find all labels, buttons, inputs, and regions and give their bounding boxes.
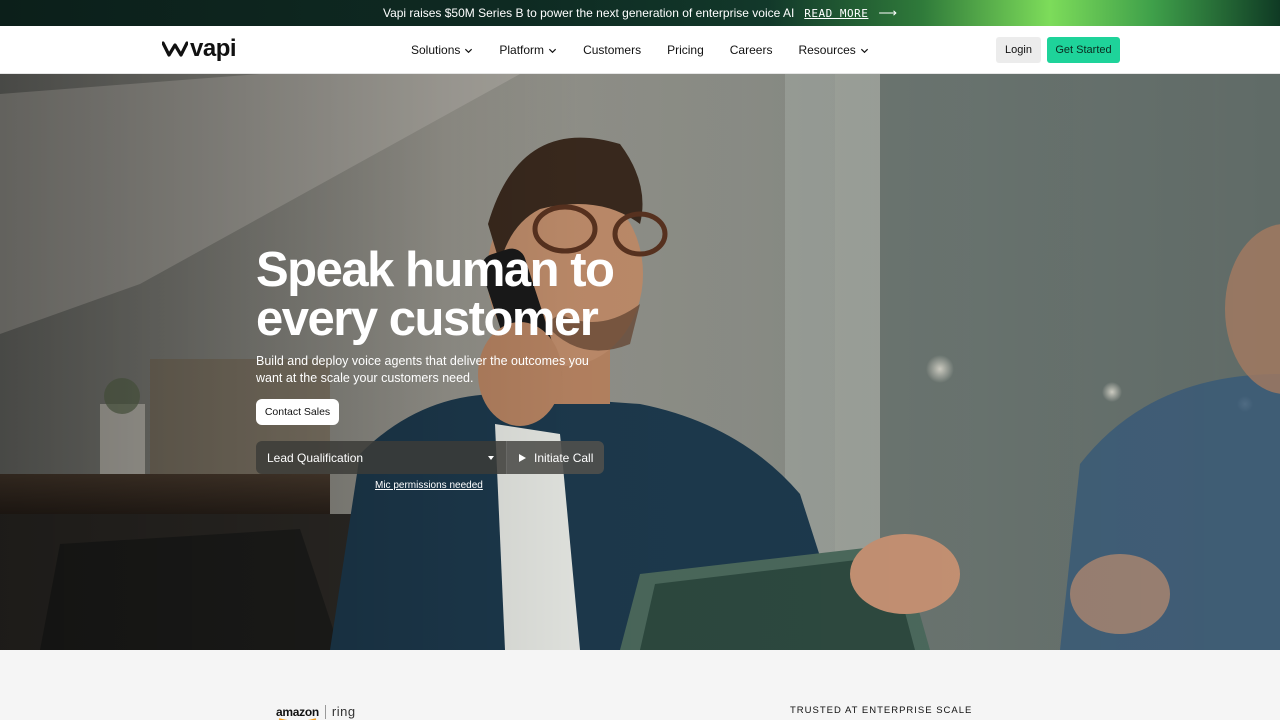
brand-divider	[324, 704, 326, 719]
nav-customers-label: Customers	[583, 43, 642, 57]
brand-logos: amazon ring	[276, 704, 356, 720]
initiate-call-button[interactable]: Initiate Call	[506, 441, 604, 474]
use-case-select[interactable]: Lead Qualification	[256, 441, 506, 474]
read-more-link[interactable]: READ MORE	[804, 7, 868, 20]
nav-customers[interactable]: Customers	[583, 43, 641, 57]
nav-pricing[interactable]: Pricing	[667, 43, 704, 57]
use-case-select-value: Lead Qualification	[267, 450, 364, 465]
nav-resources-label: Resources	[798, 43, 856, 57]
trusted-label: TRUSTED AT ENTERPRISE SCALE	[790, 705, 973, 716]
caret-down-icon	[488, 455, 494, 460]
hero-subtitle: Build and deploy voice agents that deliv…	[256, 354, 589, 385]
nav-resources[interactable]: Resources	[798, 43, 868, 57]
play-icon	[519, 453, 526, 462]
hero-background-photo	[0, 74, 1280, 650]
contact-sales-button[interactable]: Contact Sales	[256, 399, 339, 425]
nav-platform[interactable]: Platform	[499, 43, 557, 57]
chevron-down-icon	[465, 48, 473, 53]
nav-platform-label: Platform	[499, 43, 545, 57]
vapi-wave-icon	[162, 41, 188, 57]
nav-solutions-label: Solutions	[411, 43, 461, 57]
arrow-right-icon[interactable]: ⟶	[878, 5, 897, 21]
banner-text: Vapi raises $50M Series B to power the n…	[382, 6, 795, 20]
amazon-logo-text: amazon	[276, 704, 319, 719]
nav-pricing-label: Pricing	[667, 43, 704, 57]
call-widget: Lead Qualification Initiate Call	[256, 441, 604, 474]
hero-title: Speak human to every customer	[256, 243, 615, 346]
nav-solutions[interactable]: Solutions	[411, 43, 473, 57]
top-nav: vapi Solutions Platform Customers Pricin…	[0, 26, 1280, 74]
hero-section: Speak human to every customer Build and …	[0, 74, 1280, 650]
nav-careers-label: Careers	[729, 43, 773, 57]
vapi-logo[interactable]: vapi	[162, 35, 237, 62]
trust-section: amazon ring TRUSTED AT ENTERPRISE SCALE	[0, 650, 1280, 720]
nav-links: Solutions Platform Customers Pricing Car…	[411, 26, 895, 74]
chevron-down-icon	[548, 48, 557, 53]
get-started-button[interactable]: Get Started	[1047, 37, 1120, 63]
amazon-logo: amazon	[276, 704, 319, 720]
login-button[interactable]: Login	[996, 37, 1041, 63]
logo-text: vapi	[190, 35, 237, 62]
ring-logo: ring	[331, 704, 356, 719]
nav-careers[interactable]: Careers	[730, 43, 773, 57]
mic-permissions-link[interactable]: Mic permissions needed	[375, 480, 483, 491]
initiate-call-label: Initiate Call	[534, 450, 594, 465]
chevron-down-icon	[860, 48, 868, 53]
announcement-banner: Vapi raises $50M Series B to power the n…	[0, 0, 1280, 26]
